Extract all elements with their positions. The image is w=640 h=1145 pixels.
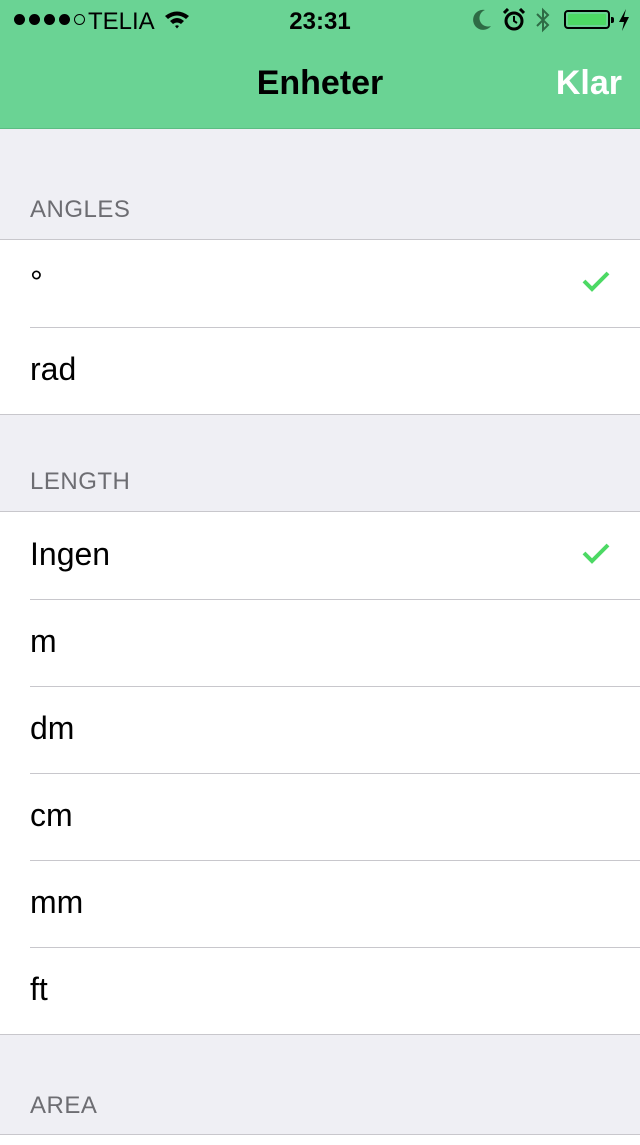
section-header-length: LENGTH [30,468,131,495]
page-title: Enheter [256,64,384,102]
unit-label: dm [30,710,75,746]
unit-row-rad[interactable]: rad [0,327,640,414]
done-button[interactable]: Klar [556,64,622,103]
navigation-header: TELIA 23:31 Enheter Klar [0,0,640,129]
unit-label: ft [30,971,48,1007]
charging-icon [617,8,631,37]
unit-row-m[interactable]: m [0,599,640,686]
unit-label: ° [30,264,43,300]
unit-label: rad [30,351,77,387]
unit-label: Ingen [30,536,111,572]
unit-label: cm [30,797,73,833]
unit-row-ingen[interactable]: Ingen [0,512,640,599]
bluetooth-icon [534,6,552,39]
unit-row-dm[interactable]: dm [0,686,640,773]
unit-label: m [30,623,57,659]
unit-row-cm[interactable]: cm [0,773,640,860]
unit-row-mm[interactable]: mm [0,860,640,947]
moon-icon [472,9,492,36]
battery-icon [564,10,614,29]
section-header-angles: ANGLES [30,196,131,223]
unit-row-degree[interactable]: ° [0,240,640,327]
unit-row-ft[interactable]: ft [0,947,640,1034]
section-header-area: AREA [30,1092,98,1119]
checkmark-icon [582,270,610,297]
alarm-icon [502,7,526,37]
unit-label: mm [30,884,84,920]
length-unit-list: Ingen m dm cm mm ft [0,511,640,1035]
angles-unit-list: ° rad [0,239,640,415]
checkmark-icon [582,542,610,569]
status-bar: TELIA 23:31 [0,0,640,40]
